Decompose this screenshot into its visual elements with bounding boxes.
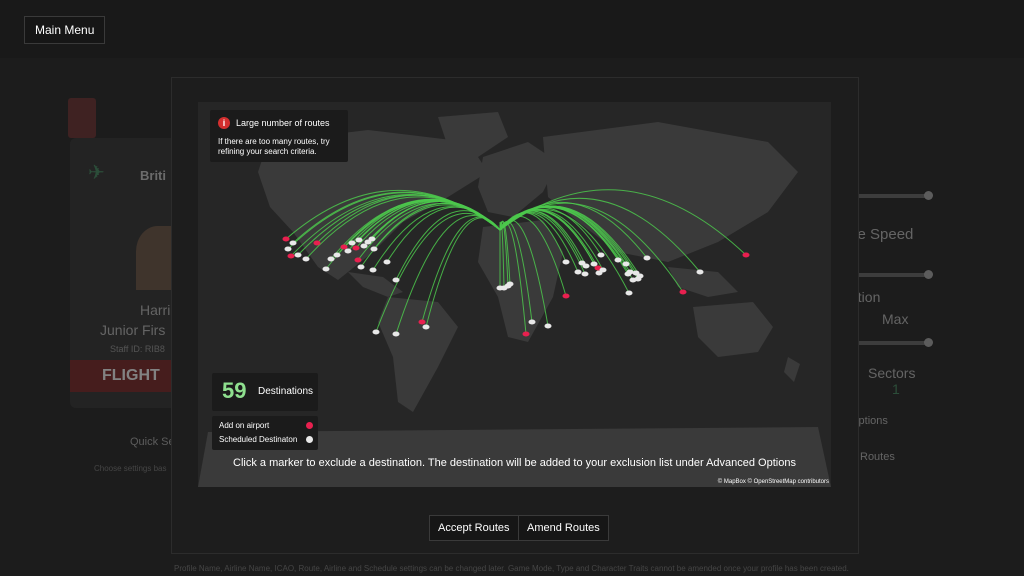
scheduled-destination-marker[interactable] [590, 261, 598, 267]
add-on-airport-marker[interactable] [742, 252, 750, 258]
legend-scheduled: Scheduled Destinaton [219, 434, 313, 446]
scheduled-destination-marker[interactable] [344, 248, 352, 254]
warning-title: Large number of routes [236, 118, 330, 128]
scheduled-destination-marker[interactable] [562, 259, 570, 265]
scheduled-destination-marker[interactable] [357, 264, 365, 270]
scheduled-destination-marker[interactable] [626, 269, 634, 275]
slider-2[interactable] [850, 270, 933, 279]
south-america [378, 297, 458, 412]
scheduled-destination-marker[interactable] [599, 267, 607, 273]
add-on-airport-marker[interactable] [287, 253, 295, 259]
routes-modal: i Large number of routes If there are to… [171, 77, 859, 554]
scheduled-destination-marker[interactable] [696, 269, 704, 275]
scheduled-destination-marker[interactable] [368, 236, 376, 242]
new-zealand [784, 357, 800, 382]
scheduled-destination-marker[interactable] [392, 331, 400, 337]
scheduled-destination-marker[interactable] [581, 271, 589, 277]
scheduled-destination-marker[interactable] [597, 252, 605, 258]
scheduled-destination-marker[interactable] [294, 252, 302, 258]
scheduled-destination-marker[interactable] [392, 277, 400, 283]
add-on-airport-marker[interactable] [418, 319, 426, 325]
warning-body: If there are too many routes, try refini… [218, 137, 330, 156]
add-on-airport-marker[interactable] [354, 257, 362, 263]
options-link[interactable]: Options [850, 415, 940, 427]
scheduled-destination-marker[interactable] [333, 252, 341, 258]
top-bar: Main Menu [0, 0, 1024, 58]
scheduled-destination-marker[interactable] [369, 267, 377, 273]
scheduled-destination-marker[interactable] [625, 290, 633, 296]
add-on-airport-marker[interactable] [522, 331, 530, 337]
scheduled-destination-marker[interactable] [383, 259, 391, 265]
airline-logo-icon: ✈ [88, 162, 105, 184]
scheduled-destination-marker[interactable] [422, 324, 430, 330]
add-on-airport-marker[interactable] [352, 245, 360, 251]
scheduled-destination-marker[interactable] [582, 263, 590, 269]
max-label: Max [882, 311, 909, 327]
slider-3[interactable] [850, 338, 933, 347]
amend-routes-button[interactable]: Amend Routes [518, 515, 609, 541]
scheduled-destination-marker[interactable] [370, 246, 378, 252]
staff-id: Staff ID: RIB8 [110, 344, 165, 354]
add-on-airport-marker[interactable] [679, 289, 687, 295]
accept-routes-button[interactable]: Accept Routes [429, 515, 519, 541]
scheduled-destination-marker[interactable] [614, 257, 622, 263]
scheduled-destination-marker[interactable] [322, 266, 330, 272]
info-icon: i [218, 117, 230, 129]
legend-scheduled-label: Scheduled Destinaton [219, 435, 298, 444]
scheduled-destination-marker[interactable] [348, 240, 356, 246]
scheduled-destination-marker[interactable] [528, 319, 536, 325]
quick-settings-label: Quick Se [130, 436, 175, 448]
scheduled-destination-marker[interactable] [636, 273, 644, 279]
scheduled-destination-marker[interactable] [574, 269, 582, 275]
sectors-label: Sectors [868, 365, 916, 381]
add-on-airport-marker[interactable] [562, 293, 570, 299]
add-on-airport-marker[interactable] [313, 240, 321, 246]
cruise-speed-label: se Speed [850, 226, 914, 243]
scheduled-destination-marker[interactable] [327, 256, 335, 262]
legend-add-on-label: Add on airport [219, 421, 270, 430]
legend-add-on: Add on airport [219, 420, 313, 432]
scheduled-destination-marker[interactable] [302, 256, 310, 262]
sectors-value: 1 [892, 381, 900, 397]
warning-panel: i Large number of routes If there are to… [210, 110, 348, 162]
map-instruction: Click a marker to exclude a destination.… [233, 457, 796, 469]
routes-link[interactable]: Routes [860, 451, 940, 463]
duration-label: ation [850, 289, 881, 305]
add-on-dot-icon [306, 422, 313, 429]
australia [693, 302, 773, 357]
right-panel: se Speed ation Max Sectors 1 Options Rou… [850, 158, 940, 463]
airline-name: Briti [140, 168, 166, 183]
add-on-airport-marker[interactable] [340, 244, 348, 250]
pilot-rank: Junior Firs [100, 322, 166, 338]
route-map[interactable]: i Large number of routes If there are to… [198, 102, 831, 487]
slider-1[interactable] [850, 191, 933, 200]
scheduled-destination-marker[interactable] [643, 255, 651, 261]
scheduled-destination-marker[interactable] [360, 243, 368, 249]
destinations-count-panel: 59 Destinations [212, 373, 318, 411]
pilot-name: Harri [140, 302, 171, 318]
central-america [348, 272, 403, 297]
map-attribution[interactable]: © MapBox © OpenStreetMap contributors [718, 479, 829, 485]
card-clip [68, 98, 96, 138]
add-on-airport-marker[interactable] [282, 236, 290, 242]
scheduled-dot-icon [306, 436, 313, 443]
quick-settings-subtitle: Choose settings bas [94, 464, 167, 473]
scheduled-destination-marker[interactable] [355, 237, 363, 243]
scheduled-destination-marker[interactable] [544, 323, 552, 329]
scheduled-destination-marker[interactable] [506, 281, 514, 287]
map-legend: Add on airport Scheduled Destinaton [212, 416, 318, 450]
scheduled-destination-marker[interactable] [289, 240, 297, 246]
scheduled-destination-marker[interactable] [372, 329, 380, 335]
main-menu-button[interactable]: Main Menu [24, 16, 106, 44]
scheduled-destination-marker[interactable] [622, 261, 630, 267]
footer-note: Profile Name, Airline Name, ICAO, Route,… [174, 564, 849, 573]
destinations-count: 59 [222, 378, 247, 403]
destinations-label: Destinations [258, 386, 314, 397]
scheduled-destination-marker[interactable] [284, 246, 292, 252]
